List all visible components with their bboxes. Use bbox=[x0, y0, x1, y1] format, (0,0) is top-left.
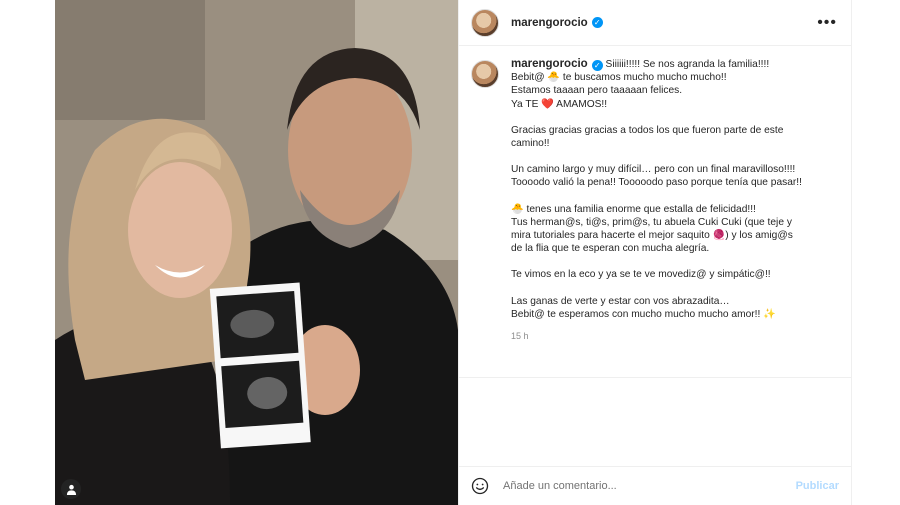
post-timestamp[interactable]: 15 h bbox=[511, 330, 802, 343]
verified-badge-icon: ✓ bbox=[591, 17, 603, 28]
caption-line: Tus herman@s, ti@s, prim@s, tu abuela Cu… bbox=[511, 216, 792, 228]
user-tag-icon[interactable] bbox=[61, 479, 81, 499]
caption-line: Te vimos en la eco y ya se te ve movediz… bbox=[511, 269, 771, 281]
person-icon bbox=[66, 484, 76, 495]
more-options-icon[interactable]: ••• bbox=[817, 14, 837, 32]
caption-line: camino!! bbox=[511, 138, 550, 150]
caption-line: de la flia que te esperan con mucha aleg… bbox=[511, 243, 710, 255]
caption-username[interactable]: marengorocio bbox=[511, 58, 588, 70]
caption-line-text: Siiiiii!!!!! Se nos agranda la familia!!… bbox=[605, 59, 770, 70]
instagram-post: marengorocio ✓ ••• marengorocio ✓ Siiiiii… bbox=[55, 0, 852, 505]
caption-line: Gracias gracias gracias a todos los que … bbox=[511, 124, 784, 136]
caption-paragraph: Las ganas de verte y estar con vos abraz… bbox=[511, 295, 802, 321]
caption-paragraph: 🐣 tenes una familia enorme que estalla d… bbox=[511, 203, 802, 256]
caption-text: marengorocio ✓ Siiiiii!!!!! Se nos agrand… bbox=[511, 58, 802, 377]
post-photo-illustration bbox=[55, 0, 458, 505]
caption-line: Ya TE ❤️ AMAMOS!! bbox=[511, 98, 608, 110]
post-side-panel: marengorocio ✓ ••• marengorocio ✓ Siiiiii… bbox=[458, 0, 852, 505]
actions-area bbox=[459, 377, 851, 466]
avatar[interactable] bbox=[471, 8, 499, 37]
header-username[interactable]: marengorocio bbox=[511, 17, 588, 29]
comment-bar: Publicar bbox=[459, 466, 851, 505]
verified-badge-icon: ✓ bbox=[591, 60, 603, 71]
caption-line: 🐣 tenes una familia enorme que estalla d… bbox=[511, 203, 756, 215]
caption-area: marengorocio ✓ Siiiiii!!!!! Se nos agrand… bbox=[459, 46, 851, 377]
emoji-smiley-icon[interactable] bbox=[471, 477, 489, 495]
caption-paragraph: Un camino largo y muy difícil… pero con … bbox=[511, 163, 802, 189]
caption-paragraph: Gracias gracias gracias a todos los que … bbox=[511, 124, 802, 150]
caption-line: Bebit@ te esperamos con mucho mucho much… bbox=[511, 308, 776, 320]
caption-line: Toooodo valió la pena!! Tooooodo paso po… bbox=[511, 177, 802, 189]
caption-line: marengorocio ✓ Siiiiii!!!!! Se nos agrand… bbox=[511, 58, 802, 71]
caption-line: mira tutoriales para hacerte el mejor sa… bbox=[511, 230, 793, 242]
caption-paragraph: Te vimos en la eco y ya se te ve movediz… bbox=[511, 268, 802, 281]
publish-button[interactable]: Publicar bbox=[796, 480, 839, 492]
caption-line: Las ganas de verte y estar con vos abraz… bbox=[511, 295, 730, 307]
caption-paragraph: marengorocio ✓ Siiiiii!!!!! Se nos agrand… bbox=[511, 58, 802, 111]
caption-line: Bebit@ 🐣 te buscamos mucho mucho mucho!! bbox=[511, 72, 727, 84]
post-photo[interactable] bbox=[55, 0, 458, 505]
caption-line: Un camino largo y muy difícil… pero con … bbox=[511, 164, 796, 176]
caption-line: Estamos taaaan pero taaaaan felices. bbox=[511, 85, 683, 97]
comment-input[interactable] bbox=[501, 479, 796, 493]
caption-avatar[interactable] bbox=[471, 60, 499, 88]
post-header: marengorocio ✓ ••• bbox=[459, 0, 851, 46]
